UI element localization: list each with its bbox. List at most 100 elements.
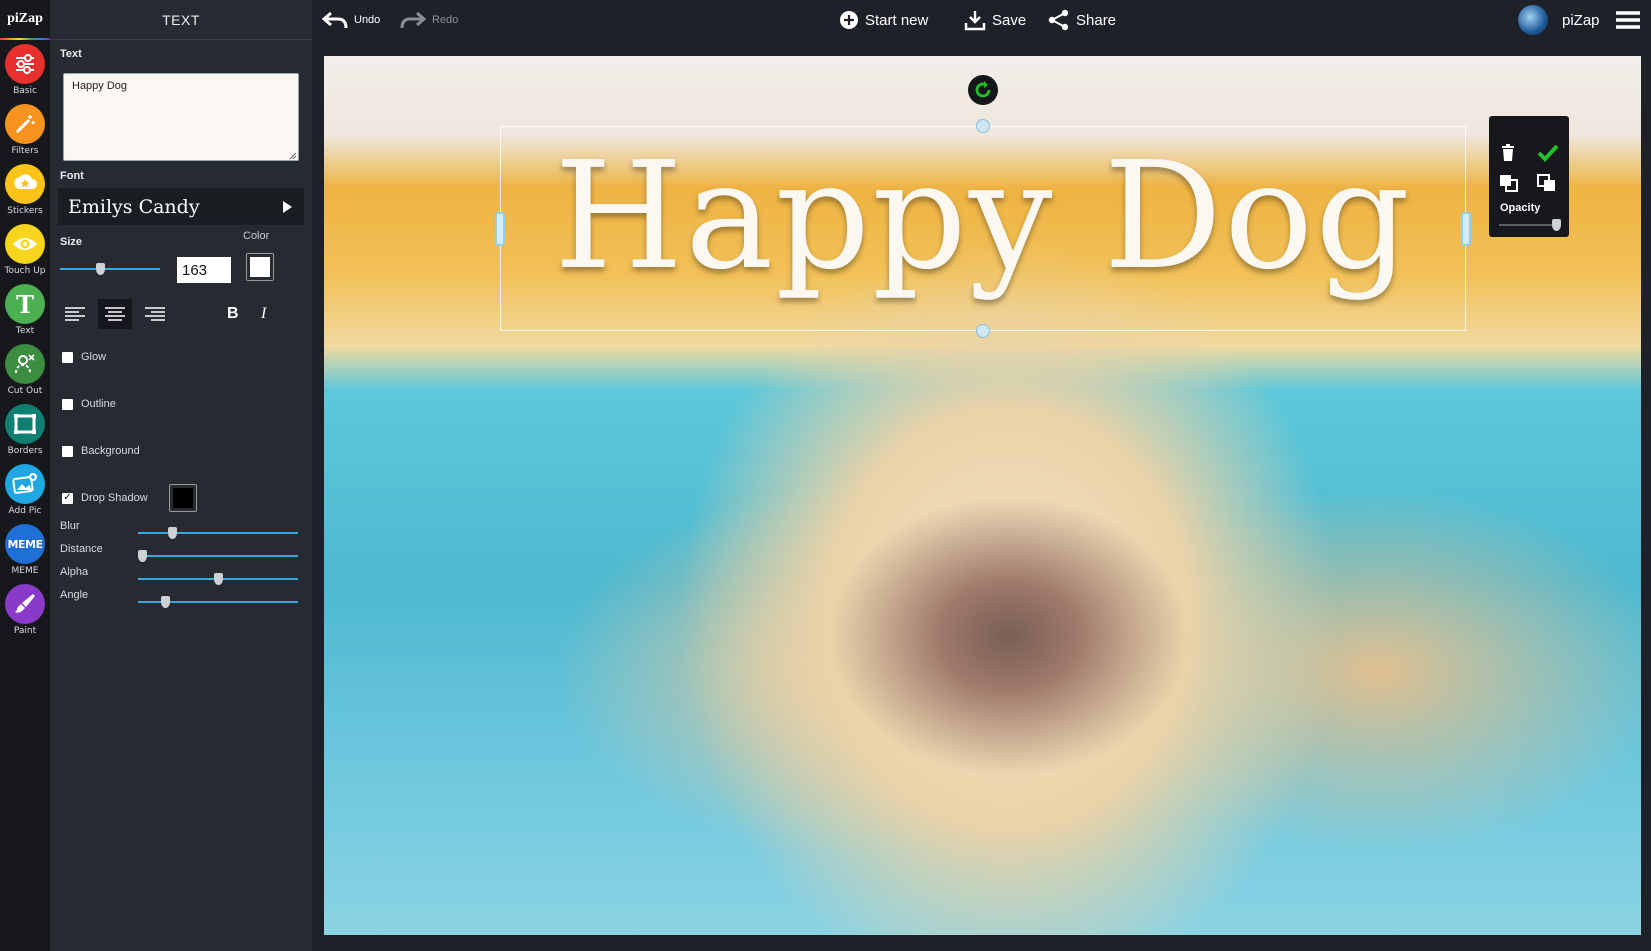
rotate-handle[interactable] xyxy=(968,75,998,105)
tool-borders[interactable]: Borders xyxy=(0,400,50,460)
undo-label: Undo xyxy=(354,14,381,26)
tool-touch-up[interactable]: Touch Up xyxy=(0,220,50,280)
confirm-button[interactable] xyxy=(1537,144,1559,167)
text-label: Text xyxy=(60,48,82,60)
tool-filters[interactable]: Filters xyxy=(0,100,50,160)
text-color-swatch[interactable] xyxy=(246,253,274,281)
size-slider-knob[interactable] xyxy=(96,263,106,275)
distance-slider-knob[interactable] xyxy=(138,550,147,562)
tool-label: Cut Out xyxy=(7,386,43,396)
resize-handle-top[interactable] xyxy=(976,119,990,133)
opacity-label: Opacity xyxy=(1500,202,1541,214)
undo-button[interactable]: Undo xyxy=(322,0,380,40)
tool-cut-out[interactable]: Cut Out xyxy=(0,340,50,400)
share-button[interactable]: Share xyxy=(1048,0,1116,40)
align-center-icon xyxy=(105,307,125,321)
font-name: Emilys Candy xyxy=(68,195,200,218)
tool-label: Paint xyxy=(13,626,37,636)
save-button[interactable]: Save xyxy=(964,0,1026,40)
angle-slider[interactable] xyxy=(138,596,298,608)
avatar[interactable] xyxy=(1518,5,1548,35)
align-right-button[interactable] xyxy=(138,299,172,329)
tool-basic[interactable]: Basic xyxy=(0,40,50,100)
glow-checkbox-box[interactable] xyxy=(62,351,73,363)
tool-rail: piZap Basic Filters Stickers Touch Up T Text C… xyxy=(0,0,50,951)
canvas-text[interactable]: Happy Dog xyxy=(500,142,1466,290)
username: piZap xyxy=(1562,11,1600,29)
slider-label-distance: Distance xyxy=(60,543,103,555)
redo-icon xyxy=(400,11,426,29)
photo-canvas[interactable]: Happy Dog xyxy=(324,56,1641,935)
italic-button[interactable]: I xyxy=(261,305,266,323)
play-arrow-icon xyxy=(283,200,292,213)
meme-icon[interactable]: MEME xyxy=(5,524,45,564)
outline-checkbox-box[interactable] xyxy=(62,398,73,410)
alpha-slider-knob[interactable] xyxy=(213,573,223,585)
bring-forward-button[interactable] xyxy=(1537,174,1557,197)
cutout-person-icon[interactable] xyxy=(5,344,45,384)
tool-label: Touch Up xyxy=(4,266,46,276)
paint-brush-icon[interactable] xyxy=(5,584,45,624)
hamburger-icon xyxy=(1616,11,1640,29)
checkmark-icon xyxy=(1537,144,1559,162)
redo-label: Redo xyxy=(432,14,459,26)
tool-add-pic[interactable]: Add Pic xyxy=(0,460,50,520)
background-checkbox[interactable]: Background xyxy=(62,445,140,457)
tool-label: Filters xyxy=(11,146,39,156)
blur-slider-knob[interactable] xyxy=(168,527,178,539)
shadow-color-fill xyxy=(173,488,193,508)
text-input[interactable] xyxy=(63,73,299,161)
send-backward-button[interactable] xyxy=(1499,174,1519,197)
size-slider[interactable] xyxy=(60,263,160,275)
background-checkbox-box[interactable] xyxy=(62,445,73,457)
angle-slider-knob[interactable] xyxy=(160,596,170,608)
border-frame-icon[interactable] xyxy=(5,404,45,444)
align-left-button[interactable] xyxy=(58,299,92,329)
magic-wand-icon[interactable] xyxy=(5,104,45,144)
tool-label: Text xyxy=(15,326,35,336)
resize-handle-right[interactable] xyxy=(1461,212,1471,246)
outline-checkbox[interactable]: Outline xyxy=(62,398,116,410)
stickers-icon[interactable] xyxy=(5,164,45,204)
text-panel: TEXT Text Font Emilys Candy Size Color B… xyxy=(50,0,312,951)
tool-paint[interactable]: Paint xyxy=(0,580,50,640)
eye-icon[interactable] xyxy=(5,224,45,264)
bold-button[interactable]: B xyxy=(227,305,239,323)
delete-button[interactable] xyxy=(1501,144,1515,166)
opacity-slider-knob[interactable] xyxy=(1552,219,1561,231)
text-t-icon[interactable]: T xyxy=(5,284,45,324)
hamburger-menu-button[interactable] xyxy=(1616,0,1640,40)
meme-glyph: MEME xyxy=(7,537,43,551)
resize-grip-icon[interactable] xyxy=(289,152,297,160)
tool-label: Basic xyxy=(13,86,37,96)
alpha-slider[interactable] xyxy=(138,573,298,585)
add-picture-icon[interactable] xyxy=(5,464,45,504)
panel-title: TEXT xyxy=(50,0,312,40)
app-logo[interactable]: piZap xyxy=(0,0,50,40)
start-new-button[interactable]: Start new xyxy=(839,0,928,40)
blur-slider[interactable] xyxy=(138,527,298,539)
top-bar: Undo Redo Start new Save Share piZap xyxy=(312,0,1651,40)
redo-button[interactable]: Redo xyxy=(400,0,458,40)
tool-meme[interactable]: MEME MEME xyxy=(0,520,50,580)
plus-circle-icon xyxy=(840,11,858,29)
tool-label: Add Pic xyxy=(8,506,42,516)
drop-shadow-checkbox-box[interactable]: ✓ xyxy=(62,492,73,504)
glow-label: Glow xyxy=(81,351,107,363)
font-selector[interactable]: Emilys Candy xyxy=(58,188,304,225)
drop-shadow-checkbox[interactable]: ✓ Drop Shadow xyxy=(62,492,148,504)
resize-handle-bottom[interactable] xyxy=(976,324,990,338)
glow-checkbox[interactable]: Glow xyxy=(62,351,106,363)
user-menu[interactable]: piZap xyxy=(1518,0,1600,40)
shadow-color-swatch[interactable] xyxy=(169,484,197,512)
resize-handle-left[interactable] xyxy=(495,212,505,246)
sliders-icon[interactable] xyxy=(5,44,45,84)
tool-stickers[interactable]: Stickers xyxy=(0,160,50,220)
tool-text[interactable]: T Text xyxy=(0,280,50,340)
opacity-slider[interactable] xyxy=(1499,219,1561,231)
outline-label: Outline xyxy=(81,398,116,410)
size-input[interactable] xyxy=(177,257,231,283)
align-center-button[interactable] xyxy=(98,299,132,329)
distance-slider[interactable] xyxy=(138,550,298,562)
share-icon xyxy=(1048,9,1069,31)
